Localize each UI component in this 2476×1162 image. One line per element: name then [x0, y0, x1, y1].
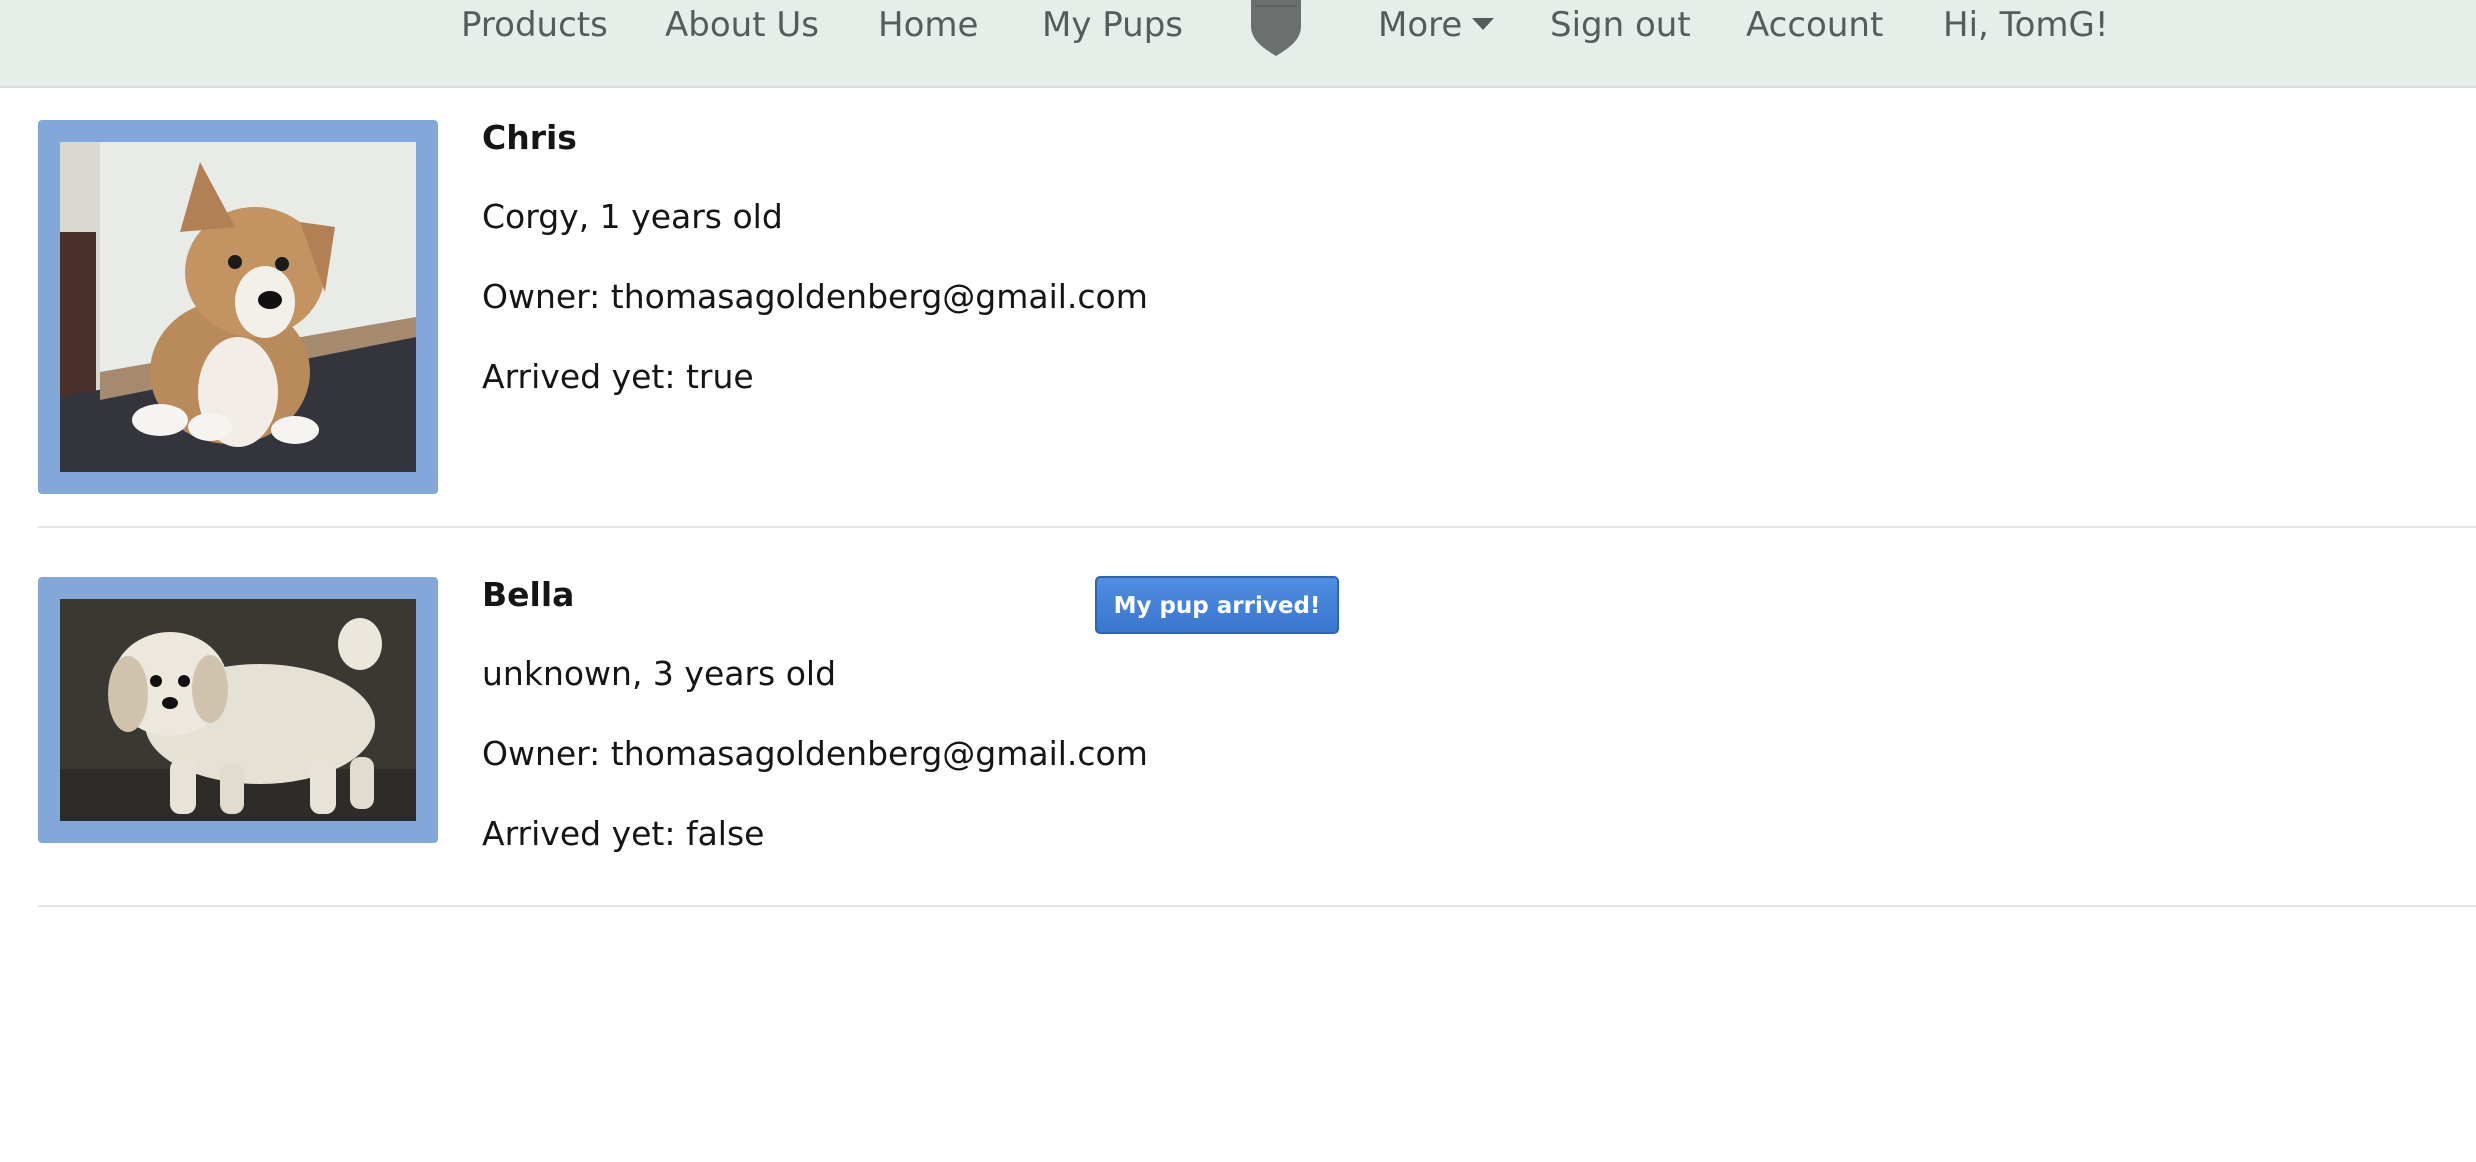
pup-owner: Owner: thomasagoldenberg@gmail.com — [482, 734, 1148, 773]
pup-breed-age: unknown, 3 years old — [482, 654, 837, 693]
corgi-puppy-icon — [60, 142, 416, 472]
nav-more[interactable]: More — [1378, 0, 1495, 50]
nav-my-pups[interactable]: My Pups — [1042, 0, 1183, 50]
chevron-down-icon — [1472, 17, 1495, 30]
badge-logo-icon[interactable] — [1245, 0, 1307, 58]
pup-breed-age: Corgy, 1 years old — [482, 197, 783, 236]
pup-arrived-button[interactable]: My pup arrived! — [1095, 576, 1339, 634]
nav-account[interactable]: Account — [1746, 0, 1883, 50]
pup-arrived: Arrived yet: true — [482, 357, 754, 396]
nav-greeting[interactable]: Hi, TomG! — [1943, 0, 2109, 50]
pup-photo-frame — [38, 577, 438, 843]
nav-about-us[interactable]: About Us — [665, 0, 819, 50]
top-nav: Products About Us Home My Pups More Sign… — [0, 0, 2476, 88]
pup-card: Chris Corgy, 1 years old Owner: thomasag… — [38, 120, 2476, 528]
nav-sign-out[interactable]: Sign out — [1550, 0, 1691, 50]
pup-name: Chris — [482, 118, 577, 157]
nav-more-label: More — [1378, 5, 1463, 45]
pup-owner: Owner: thomasagoldenberg@gmail.com — [482, 277, 1148, 316]
white-terrier-photo — [60, 599, 416, 821]
pup-photo-frame — [38, 120, 438, 494]
pup-name: Bella — [482, 575, 575, 614]
white-terrier-icon — [60, 599, 416, 821]
corgi-puppy-photo — [60, 142, 416, 472]
nav-products[interactable]: Products — [461, 0, 608, 50]
nav-home[interactable]: Home — [878, 0, 978, 50]
pup-arrived: Arrived yet: false — [482, 814, 765, 853]
